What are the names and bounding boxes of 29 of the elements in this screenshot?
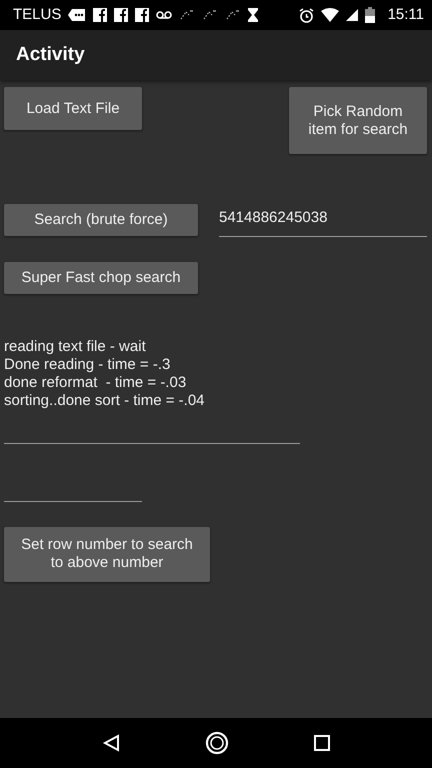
search-field[interactable]: 5414886245038 [219,207,427,236]
chop-search-button[interactable]: Super Fast chop search [4,262,198,294]
set-row-button[interactable]: Set row number to search to above number [4,526,210,582]
log-line: done reformat - time = -.03 [4,374,188,392]
signal-icon [346,9,358,21]
hourglass-icon [248,8,258,22]
satellite-icon [202,9,218,21]
facebook-icon [135,8,150,22]
log-line: sorting..done sort - time = -.04 [4,392,206,410]
wifi-icon [320,8,339,22]
load-file-button[interactable]: Load Text File [4,87,142,130]
carrier-text: TELUS [13,4,62,25]
back-icon[interactable] [102,734,120,752]
clock-text: 15:11 [388,4,424,25]
facebook-icon [114,8,128,22]
alarm-icon [298,8,314,22]
battery-icon [364,7,375,23]
search-button[interactable]: Search (brute force) [4,204,198,236]
log-line: Done reading - time = -.3 [4,356,172,374]
log-line: reading text file - wait [4,338,147,356]
voicemail-icon [156,11,172,19]
pick-random-button[interactable]: Pick Random item for search [289,87,427,154]
satellite-icon [179,9,196,21]
recents-icon[interactable] [314,735,330,751]
satellite-icon [225,9,242,21]
message-icon [68,8,86,22]
app-title: Activity [16,42,85,67]
facebook-icon [93,8,108,22]
home-icon[interactable] [204,731,229,755]
